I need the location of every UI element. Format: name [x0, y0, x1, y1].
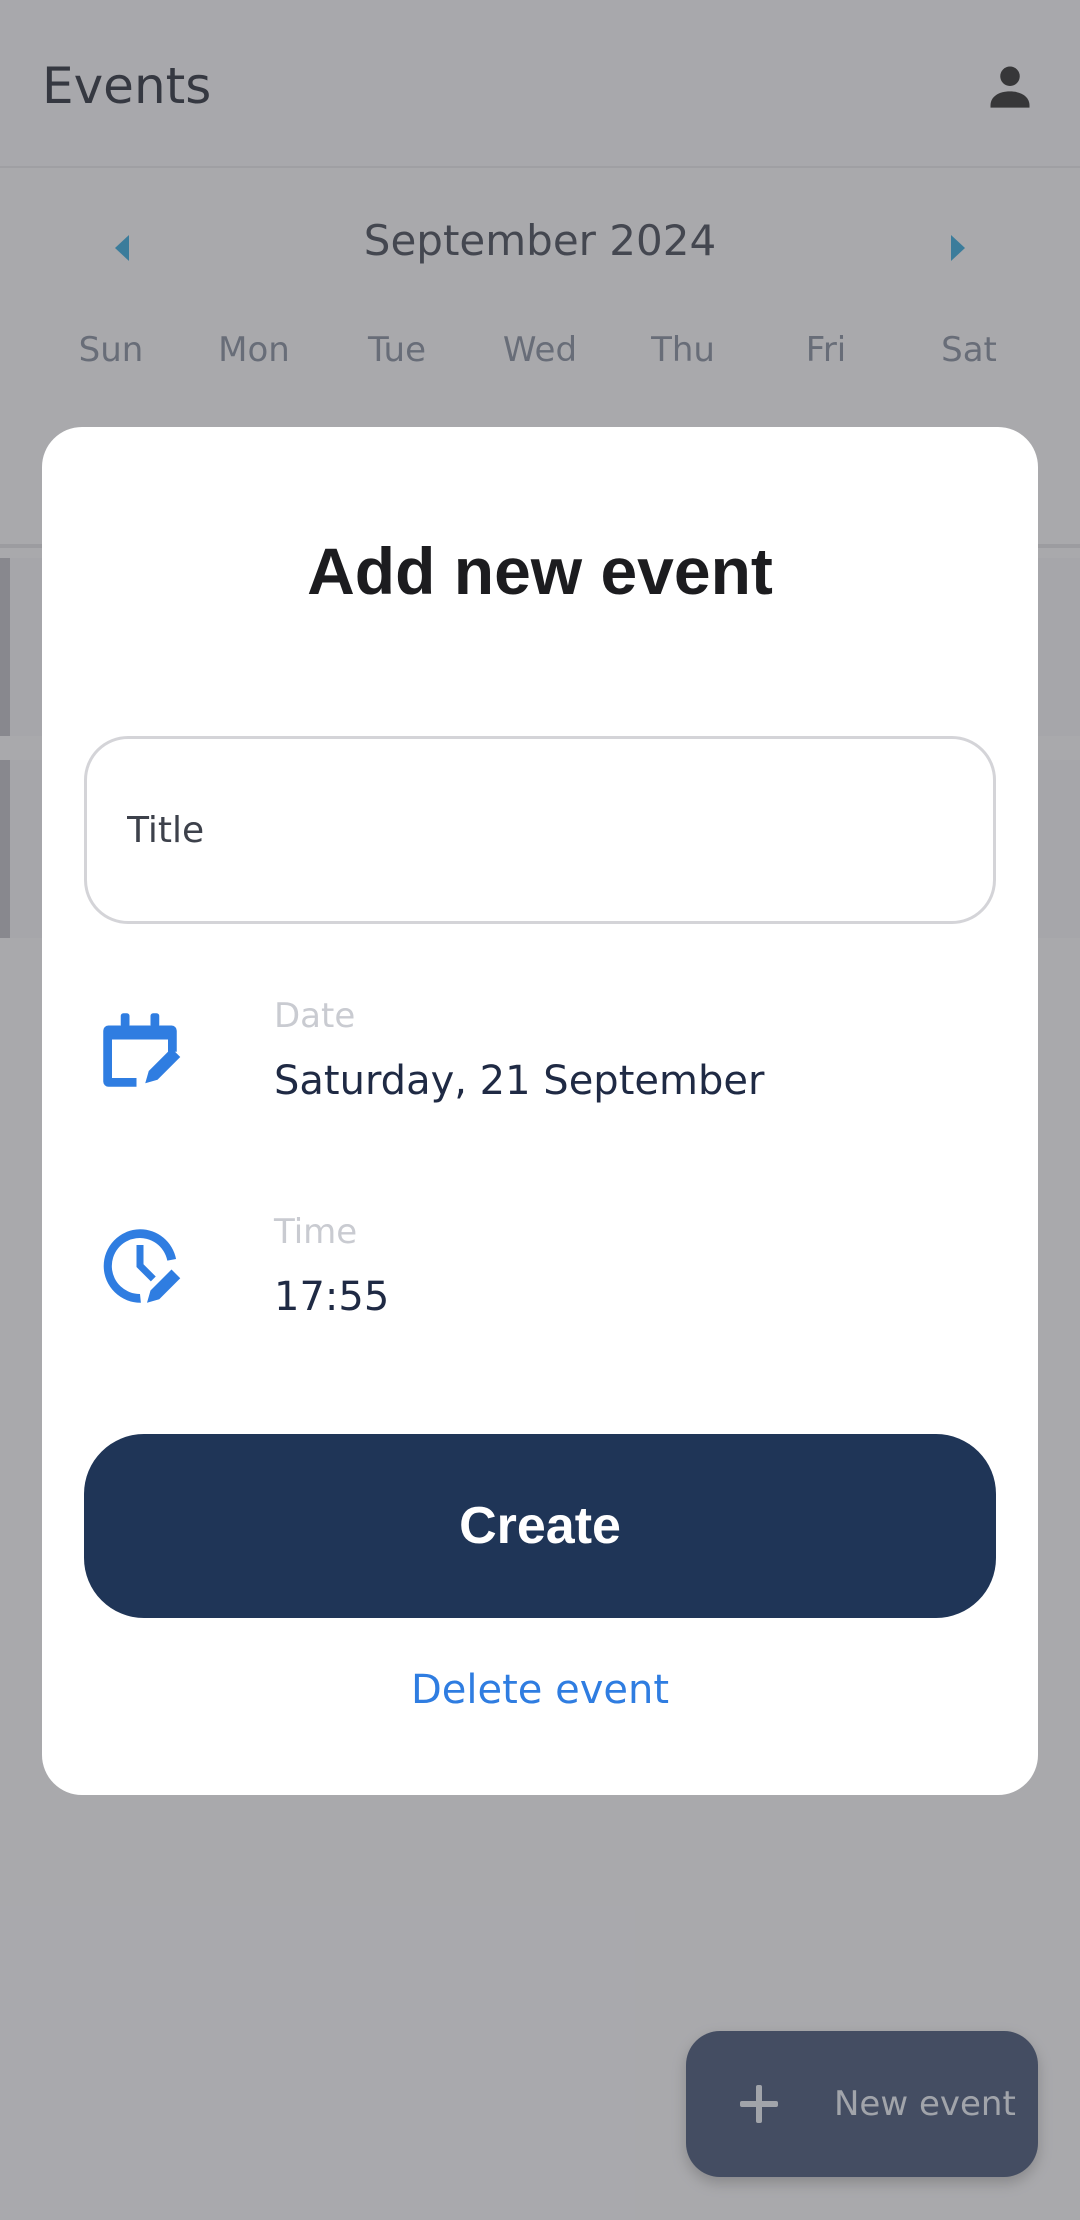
add-event-dialog: Add new event Date Saturday, 21 Septembe…: [42, 427, 1038, 1795]
date-label: Date: [274, 996, 356, 1036]
delete-event-link[interactable]: Delete event: [42, 1667, 1038, 1713]
title-input[interactable]: [127, 809, 947, 851]
time-row[interactable]: Time 17:55: [84, 1198, 996, 1338]
clock-edit-icon: [103, 1229, 181, 1303]
create-button[interactable]: Create: [84, 1434, 996, 1618]
date-row[interactable]: Date Saturday, 21 September: [84, 982, 996, 1122]
create-button-label: Create: [459, 1497, 621, 1555]
date-value: Saturday, 21 September: [274, 1058, 765, 1104]
title-field[interactable]: [84, 736, 996, 924]
dialog-title: Add new event: [307, 534, 773, 608]
time-label: Time: [274, 1212, 358, 1252]
calendar-edit-icon: [103, 1013, 181, 1087]
time-value: 17:55: [274, 1274, 390, 1320]
screen: Events September 2024 Sun Mon Tue Wed Th…: [0, 0, 1080, 2220]
